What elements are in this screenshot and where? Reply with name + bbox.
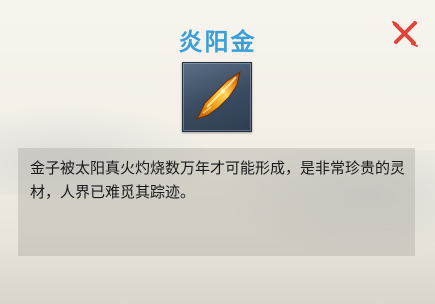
description-panel: 金子被太阳真火灼烧数万年才可能形成，是非常珍贵的灵材，人界已难觅其踪迹。 bbox=[18, 148, 415, 256]
gold-ore-icon bbox=[195, 70, 241, 120]
item-name: 炎阳金 bbox=[178, 28, 257, 56]
item-description: 金子被太阳真火灼烧数万年才可能形成，是非常珍贵的灵材，人界已难觅其踪迹。 bbox=[30, 159, 406, 201]
close-icon bbox=[392, 21, 418, 47]
close-button[interactable] bbox=[388, 16, 422, 50]
item-icon-slot bbox=[182, 62, 252, 132]
item-detail-panel: 炎阳金 金子被太阳真火灼烧数万年才可能形成，是非常珍贵的灵材，人界已难觅其踪迹。 bbox=[0, 0, 435, 304]
